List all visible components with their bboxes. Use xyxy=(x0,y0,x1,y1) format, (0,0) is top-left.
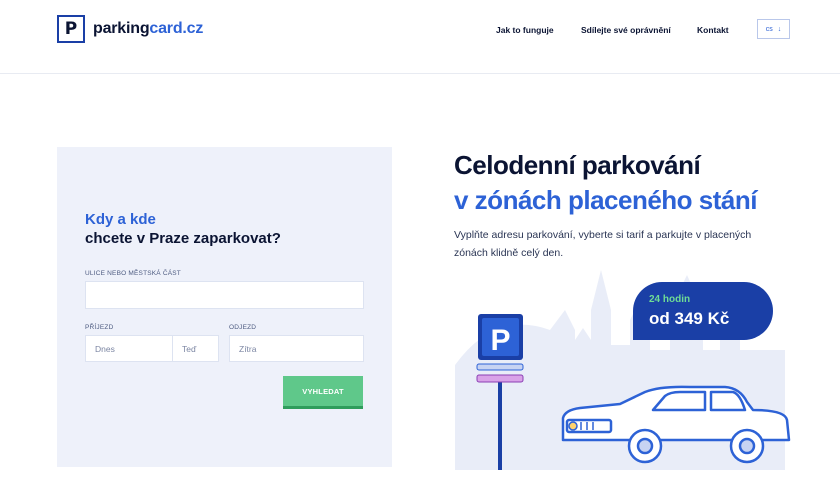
search-panel: Kdy a kde chcete v Praze zaparkovat? ULI… xyxy=(57,147,392,467)
language-select[interactable]: cs ↓ xyxy=(757,19,790,39)
search-button[interactable]: VYHLEDAT xyxy=(283,376,363,406)
language-value: cs xyxy=(765,25,773,33)
hero-title-line2: v zónách placeného stání xyxy=(454,185,757,215)
sign-letter: P xyxy=(490,324,510,357)
badge-duration: 24 hodin xyxy=(649,294,691,305)
logo-text: parkingcard.cz xyxy=(93,20,203,38)
hero-title-line1: Celodenní parkování xyxy=(454,150,701,180)
logo-text-main: parking xyxy=(93,20,150,37)
departure-date-input[interactable]: Zítra xyxy=(229,335,364,362)
form-title-line2: chcete v Praze zaparkovat? xyxy=(85,230,281,247)
arrival-date-input[interactable]: Dnes xyxy=(85,335,173,362)
logo-text-accent: card.cz xyxy=(149,20,204,37)
arrival-time-input[interactable]: Teď xyxy=(172,335,219,362)
nav-contact[interactable]: Kontakt xyxy=(697,25,729,35)
badge-price: od 349 Kč xyxy=(649,309,730,328)
price-badge: 24 hodin od 349 Kč xyxy=(633,282,773,340)
nav-how-it-works[interactable]: Jak to funguje xyxy=(496,25,554,35)
sign-pole xyxy=(498,380,502,470)
form-title-line1: Kdy a kde xyxy=(85,211,156,228)
arrow-down-icon: ↓ xyxy=(777,25,782,33)
street-input[interactable] xyxy=(85,281,364,309)
logo[interactable]: P parkingcard.cz xyxy=(57,15,203,43)
street-label: ULICE NEBO MĚSTSKÁ ČÁST xyxy=(85,270,181,277)
hero-description: Vyplňte adresu parkování, vyberte si tar… xyxy=(454,229,752,259)
nav-share-permit[interactable]: Sdílejte své oprávnění xyxy=(581,25,671,35)
site-header: P parkingcard.cz Jak to funguje Sdílejte… xyxy=(0,0,840,74)
departure-label: ODJEZD xyxy=(229,324,257,331)
arrival-label: PŘÍJEZD xyxy=(85,324,114,331)
logo-p-icon: P xyxy=(57,15,85,43)
